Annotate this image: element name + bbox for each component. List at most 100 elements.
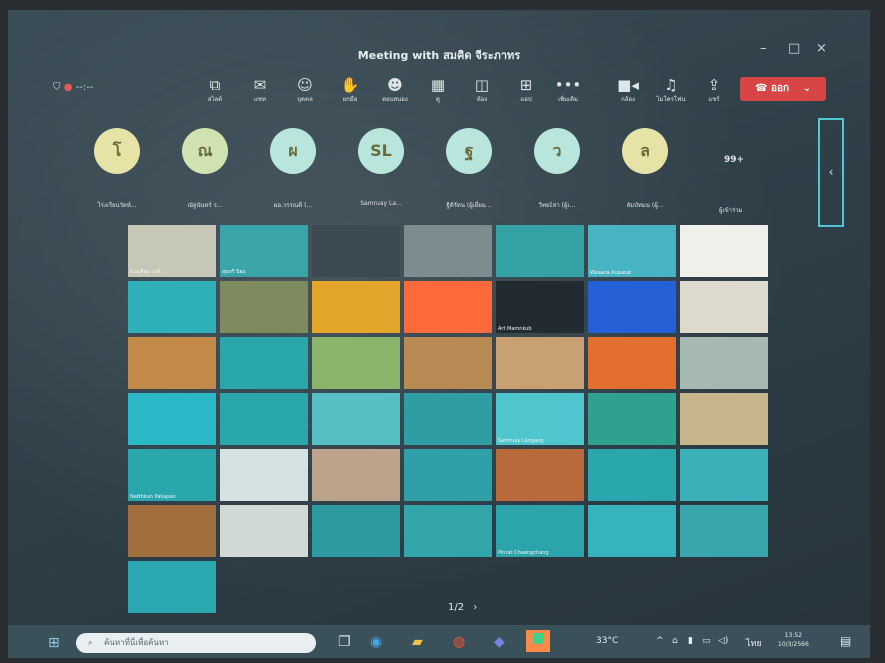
video-tile[interactable]	[220, 281, 308, 333]
video-tile[interactable]	[404, 337, 492, 389]
video-tile[interactable]	[404, 393, 492, 445]
video-tile[interactable]	[680, 505, 768, 557]
more-participants-count[interactable]: 99+	[724, 155, 744, 165]
video-tile[interactable]	[312, 337, 400, 389]
tray-chevron-icon[interactable]: ^	[656, 636, 664, 646]
raise-hand-icon: ✋	[340, 76, 360, 94]
video-tile[interactable]	[128, 505, 216, 557]
video-tile[interactable]	[588, 281, 676, 333]
toolbar-reactions-button[interactable]: ☻ ตอบสนอง	[373, 76, 417, 104]
maximize-button[interactable]: □	[788, 41, 800, 56]
minimize-button[interactable]: –	[760, 41, 767, 56]
video-tile[interactable]	[220, 505, 308, 557]
toolbar-share-button[interactable]: ⇪ แชร์	[692, 76, 736, 104]
toolbar-people-button[interactable]: ☺ บุคคล	[283, 76, 327, 104]
video-tile[interactable]	[496, 449, 584, 501]
file-explorer-icon[interactable]: ▰	[412, 634, 423, 650]
task-view-icon[interactable]: ❐	[338, 634, 351, 650]
video-tile[interactable]	[312, 225, 400, 277]
video-tile[interactable]	[128, 561, 216, 613]
toolbar-chat-button[interactable]: ✉ แชท	[238, 76, 282, 104]
display-icon[interactable]: ▭	[702, 636, 711, 646]
video-tile[interactable]	[496, 337, 584, 389]
toolbar-view-button[interactable]: ▦ ดู	[416, 76, 460, 104]
avatar[interactable]: ผผอ.วรรณดี (...	[264, 128, 322, 210]
video-tile[interactable]	[312, 281, 400, 333]
toolbar-rooms-button[interactable]: ◫ ห้อง	[460, 76, 504, 104]
search-icon: ⌕	[88, 638, 93, 647]
reactions-icon: ☻	[387, 76, 403, 94]
avatar-initial: ณ	[182, 128, 228, 174]
video-tile[interactable]	[588, 393, 676, 445]
video-tile[interactable]: ดวงเดือน วงศ์ ...	[128, 225, 216, 277]
video-tile[interactable]: Pinrat Chaengchang	[496, 505, 584, 557]
camera-icon: ■◂	[617, 76, 639, 94]
video-tile[interactable]	[220, 337, 308, 389]
chrome-icon[interactable]: ◍	[453, 634, 465, 650]
avatar[interactable]: ลลัมบัทมน (ผู้...	[616, 128, 674, 210]
video-tile[interactable]: Wasana Auparat	[588, 225, 676, 277]
video-tile[interactable]	[128, 281, 216, 333]
video-tile[interactable]	[680, 225, 768, 277]
video-tile[interactable]	[588, 505, 676, 557]
video-tile[interactable]	[404, 225, 492, 277]
pagination[interactable]: 1/2 ›	[448, 602, 477, 613]
video-tile[interactable]	[680, 449, 768, 501]
video-tile[interactable]	[680, 337, 768, 389]
close-button[interactable]: ×	[816, 41, 827, 56]
video-tile[interactable]: Art Mamnkub	[496, 281, 584, 333]
notification-icon[interactable]: ▤	[840, 634, 851, 648]
video-tile[interactable]	[404, 449, 492, 501]
video-tile[interactable]	[128, 393, 216, 445]
teams-icon[interactable]: ◆	[494, 634, 505, 650]
weather-temperature[interactable]: 33°C	[596, 636, 618, 646]
taskbar-search-input[interactable]: ⌕ ค้นหาที่นี่เพื่อค้นหา	[76, 633, 316, 653]
share-icon: ⇪	[707, 76, 721, 94]
video-tile[interactable]	[312, 505, 400, 557]
avatar-name: ณัฐนันทร์ ร...	[187, 202, 223, 209]
video-tile[interactable]	[220, 449, 308, 501]
avatar-initial: ว	[534, 128, 580, 174]
video-tile[interactable]	[588, 337, 676, 389]
next-page-icon[interactable]: ›	[473, 602, 477, 613]
video-tile[interactable]	[312, 449, 400, 501]
taskbar-clock[interactable]: 13:52 10/3/2566	[778, 631, 809, 649]
toolbar-slides-button[interactable]: ⧉ สไลด์	[193, 76, 237, 104]
participant-avatars: โโรงเรียนวัดห์... ณณัฐนันทร์ ร... ผผอ.วร…	[78, 128, 758, 228]
collapse-panel-button[interactable]: ‹	[818, 118, 844, 227]
avatar[interactable]: โโรงเรียนวัดห์...	[88, 128, 146, 210]
toolbar-camera-button[interactable]: ■◂ กล้อง	[606, 76, 650, 104]
language-indicator[interactable]: ไทย	[746, 636, 762, 650]
leave-button[interactable]: ☎ ออก ⌄	[740, 77, 826, 101]
video-tile[interactable]: Samruay Langang	[496, 393, 584, 445]
video-tile[interactable]	[404, 505, 492, 557]
avatar[interactable]: ฐฐิติรัตน (ผู้เยี่ยม...	[440, 128, 498, 210]
volume-icon[interactable]: ◁)	[718, 636, 728, 646]
slides-icon: ⧉	[209, 76, 221, 94]
toolbar-more-button[interactable]: ••• เพิ่มเติม	[546, 76, 590, 104]
video-tile[interactable]	[128, 337, 216, 389]
avatar[interactable]: ววิทยะิสา (ผู้เ...	[528, 128, 586, 210]
active-app-icon[interactable]: ■	[526, 630, 550, 652]
video-tile[interactable]	[496, 225, 584, 277]
video-tile[interactable]: สุนทรี นิยม	[220, 225, 308, 277]
toolbar-apps-button[interactable]: ⊞ แอป	[504, 76, 548, 104]
avatar[interactable]: SL Samruay La...	[352, 128, 410, 207]
toolbar-microphone-button[interactable]: ♫ ไมโครโฟน	[649, 76, 693, 104]
video-tile[interactable]	[680, 281, 768, 333]
avatar[interactable]: ณณัฐนันทร์ ร...	[176, 128, 234, 210]
video-tile[interactable]: Natthkun Pakapan	[128, 449, 216, 501]
video-tile[interactable]	[220, 393, 308, 445]
video-tile[interactable]	[588, 449, 676, 501]
avatar-name: ฐิติรัตน (ผู้เยี่ยม...	[446, 202, 492, 209]
video-tile[interactable]	[404, 281, 492, 333]
video-tile[interactable]	[312, 393, 400, 445]
edge-icon[interactable]: ◉	[370, 634, 382, 650]
toolbar-raise-hand-button[interactable]: ✋ ยกมือ	[328, 76, 372, 104]
video-tile[interactable]	[680, 393, 768, 445]
network-icon[interactable]: ⌂	[672, 636, 678, 646]
windows-start-icon[interactable]: ⊞	[48, 635, 60, 651]
avatar-name: ผอ.วรรณดี (...	[273, 202, 313, 209]
phone-hangup-icon: ☎	[755, 83, 768, 94]
microphone-tray-icon[interactable]: ▮	[688, 636, 693, 646]
